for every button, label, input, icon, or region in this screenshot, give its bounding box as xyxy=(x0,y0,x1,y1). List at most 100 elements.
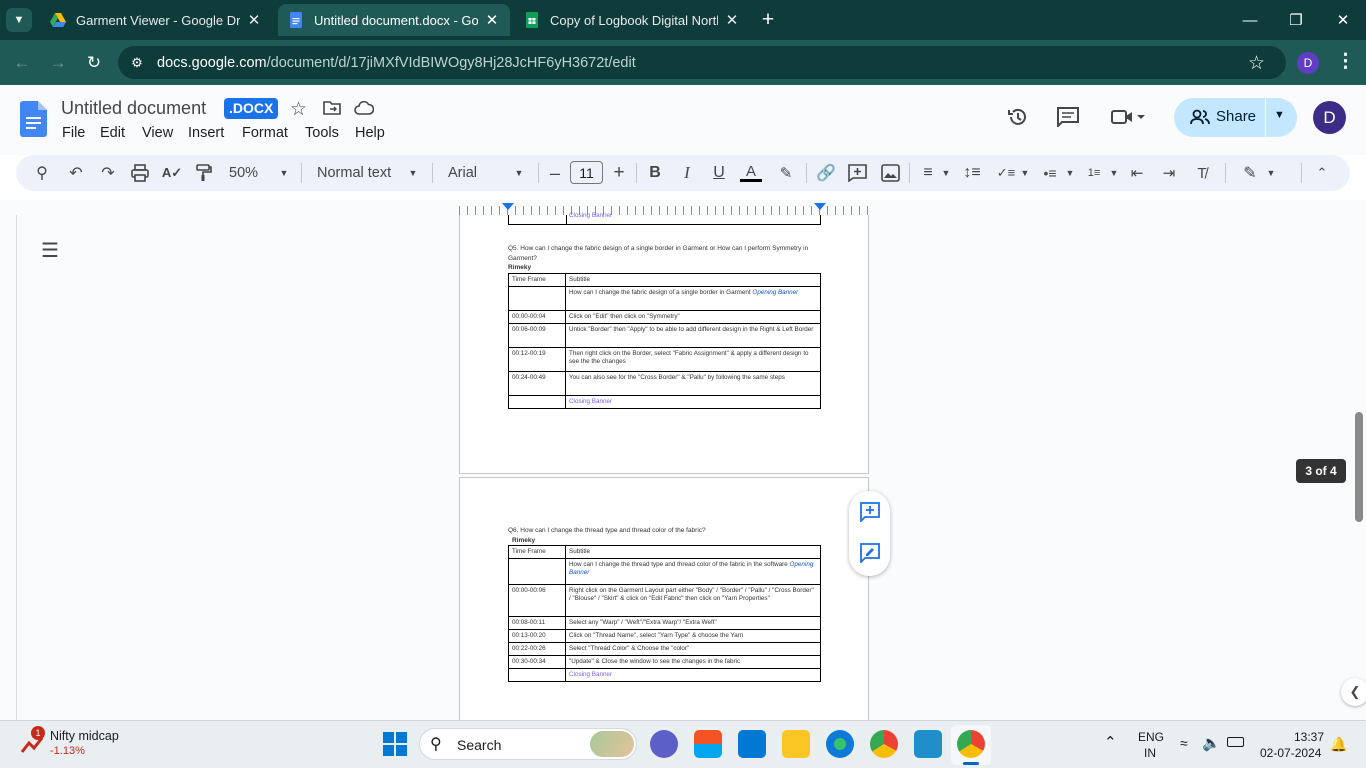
caret-down-icon[interactable]: ▼ xyxy=(1109,164,1119,182)
show-hidden-icons[interactable]: ⌃ xyxy=(1104,733,1117,751)
star-icon[interactable]: ☆ xyxy=(290,98,307,121)
line-spacing-icon[interactable]: ↕≡ xyxy=(963,164,981,182)
comments-icon[interactable] xyxy=(1057,107,1079,127)
move-folder-icon[interactable] xyxy=(323,101,341,115)
ruler[interactable] xyxy=(459,206,868,215)
document-outline-icon[interactable]: ☰ xyxy=(41,238,59,263)
google-docs-logo-icon[interactable] xyxy=(20,101,47,137)
caret-down-icon[interactable]: ▼ xyxy=(1020,164,1030,182)
font-size-input[interactable]: 11 xyxy=(570,161,603,184)
chrome-icon[interactable] xyxy=(870,730,898,758)
menu-help[interactable]: Help xyxy=(355,125,385,141)
caret-down-icon[interactable]: ▼ xyxy=(278,164,290,182)
clear-formatting-icon[interactable]: T̸ xyxy=(1193,164,1211,182)
profile-avatar[interactable]: D xyxy=(1297,52,1319,74)
text-color-icon[interactable]: A xyxy=(740,164,762,182)
numbered-list-icon[interactable]: 1≡ xyxy=(1084,164,1104,182)
side-panel-toggle[interactable]: ❮ xyxy=(1341,678,1366,706)
clock-time[interactable]: 13:37 xyxy=(1294,730,1324,744)
back-button[interactable]: ← xyxy=(9,50,35,76)
left-indent-marker-icon[interactable] xyxy=(502,203,514,210)
windows-start-icon[interactable] xyxy=(383,732,407,756)
meet-icon[interactable] xyxy=(1111,109,1147,125)
tab-google-drive[interactable]: Garment Viewer - Google Drive ✕ xyxy=(40,4,272,36)
mail-icon[interactable] xyxy=(738,730,766,758)
account-avatar[interactable]: D xyxy=(1313,101,1346,134)
spellcheck-icon[interactable]: A✓ xyxy=(162,164,182,182)
print-icon[interactable] xyxy=(131,164,149,182)
caret-down-icon[interactable]: ▼ xyxy=(1065,164,1075,182)
checklist-icon[interactable]: ✓≡ xyxy=(996,164,1016,182)
bold-icon[interactable]: B xyxy=(646,164,664,182)
decrease-indent-icon[interactable]: ⇤ xyxy=(1128,164,1146,182)
url-text[interactable]: docs.google.com/document/d/17jiMXfVIdBIW… xyxy=(157,55,636,71)
insert-image-icon[interactable] xyxy=(881,164,900,182)
caret-down-icon[interactable]: ▼ xyxy=(941,164,951,182)
taskbar-search[interactable]: ⚲ Search xyxy=(419,728,637,760)
language-line-1[interactable]: ENG xyxy=(1138,730,1164,744)
zoom-select[interactable]: 50% xyxy=(229,164,265,182)
insert-link-icon[interactable]: 🔗 xyxy=(816,164,836,182)
remote-desktop-icon[interactable] xyxy=(914,730,942,758)
volume-icon[interactable]: 🔈 xyxy=(1202,734,1221,752)
highlight-color-icon[interactable]: ✎ xyxy=(777,164,795,182)
tab-logbook-sheet[interactable]: Copy of Logbook Digital North ✕ xyxy=(514,4,750,36)
file-explorer-icon[interactable] xyxy=(782,730,810,758)
menu-format[interactable]: Format xyxy=(242,125,288,141)
right-indent-marker-icon[interactable] xyxy=(814,203,826,210)
chrome-profile-icon[interactable] xyxy=(957,730,985,758)
close-icon[interactable]: ✕ xyxy=(484,11,500,29)
caret-down-icon[interactable]: ▼ xyxy=(1274,109,1285,121)
menu-view[interactable]: View xyxy=(142,125,173,141)
kebab-menu-icon[interactable]: ⋮ xyxy=(1336,50,1355,73)
menu-file[interactable]: File xyxy=(62,125,85,141)
menu-tools[interactable]: Tools xyxy=(305,125,339,141)
collapse-menus-icon[interactable]: ⌃ xyxy=(1313,164,1331,182)
increase-indent-icon[interactable]: ⇥ xyxy=(1160,164,1178,182)
site-info-icon[interactable]: ⚙ xyxy=(128,54,146,72)
add-comment-icon[interactable] xyxy=(860,502,880,522)
redo-icon[interactable]: ↷ xyxy=(99,164,117,182)
underline-icon[interactable]: U xyxy=(710,164,728,182)
paint-format-icon[interactable] xyxy=(195,164,213,182)
share-button[interactable]: Share ▼ xyxy=(1174,98,1297,137)
reload-button[interactable]: ↻ xyxy=(81,50,107,76)
microsoft-store-icon[interactable] xyxy=(694,730,722,758)
cloud-status-icon[interactable] xyxy=(354,101,374,115)
suggest-edit-icon[interactable] xyxy=(860,543,880,563)
increase-font-size-icon[interactable]: + xyxy=(610,162,628,183)
align-icon[interactable]: ≡ xyxy=(919,164,937,182)
minimize-button[interactable]: — xyxy=(1227,0,1273,40)
meet-chat-icon[interactable] xyxy=(650,730,678,758)
close-icon[interactable]: ✕ xyxy=(246,11,262,29)
edge-icon[interactable] xyxy=(826,730,854,758)
clock-date[interactable]: 02-07-2024 xyxy=(1260,746,1321,760)
close-window-button[interactable]: ✕ xyxy=(1320,0,1366,40)
menu-insert[interactable]: Insert xyxy=(188,125,224,141)
tab-untitled-document[interactable]: Untitled document.docx - Goog ✕ xyxy=(278,4,510,36)
font-select[interactable]: Arial xyxy=(448,164,488,182)
language-line-2[interactable]: IN xyxy=(1144,746,1156,760)
caret-down-icon[interactable]: ▼ xyxy=(513,164,525,182)
bookmark-star-icon[interactable]: ☆ xyxy=(1248,52,1265,75)
version-history-icon[interactable] xyxy=(1007,106,1029,128)
undo-icon[interactable]: ↶ xyxy=(67,164,85,182)
tab-search-button[interactable]: ▼ xyxy=(6,8,32,32)
menu-edit[interactable]: Edit xyxy=(100,125,125,141)
decrease-font-size-icon[interactable]: – xyxy=(546,163,564,183)
search-menus-icon[interactable]: ⚲ xyxy=(33,164,51,182)
paragraph-style-select[interactable]: Normal text xyxy=(317,164,399,182)
widgets-button[interactable]: 1 Nifty midcap -1.13% xyxy=(20,726,150,762)
wifi-icon[interactable]: ≈ xyxy=(1180,735,1188,751)
close-icon[interactable]: ✕ xyxy=(724,11,740,29)
caret-down-icon[interactable]: ▼ xyxy=(1266,164,1276,182)
new-tab-button[interactable]: + xyxy=(756,6,780,34)
battery-icon[interactable] xyxy=(1227,737,1244,747)
scrollbar-thumb[interactable] xyxy=(1355,412,1363,522)
forward-button[interactable]: → xyxy=(45,50,71,76)
editing-mode-icon[interactable]: ✎ xyxy=(1241,164,1259,182)
add-comment-icon[interactable] xyxy=(848,164,867,182)
caret-down-icon[interactable]: ▼ xyxy=(407,164,419,182)
bulleted-list-icon[interactable]: •≡ xyxy=(1040,164,1060,182)
italic-icon[interactable]: I xyxy=(678,163,696,182)
